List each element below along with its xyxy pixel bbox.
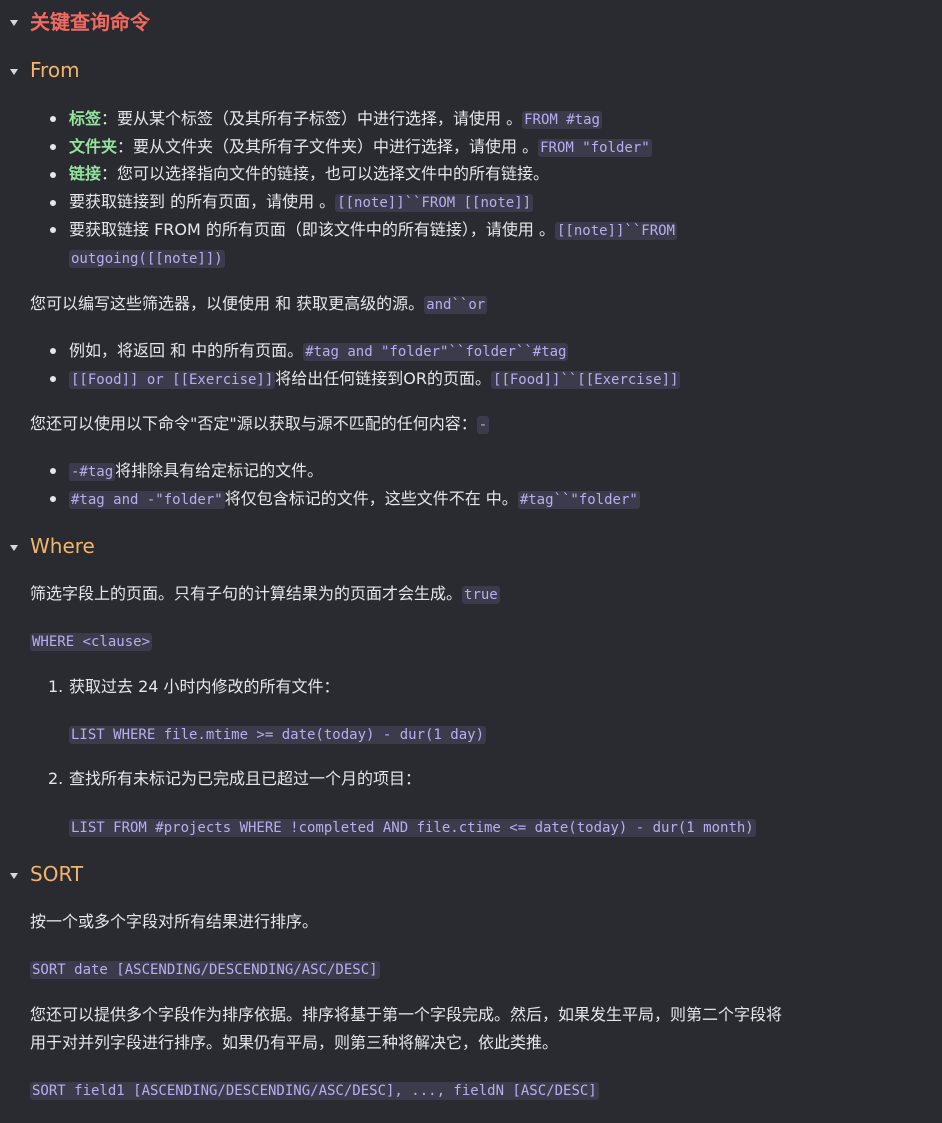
list-number: 2. xyxy=(48,769,64,788)
bullet xyxy=(50,144,56,150)
heading-where: Where xyxy=(30,534,95,558)
list-item-continuation: outgoing([[note]]) xyxy=(69,246,225,271)
collapse-chevron-icon[interactable] xyxy=(10,20,18,26)
bullet xyxy=(50,348,56,354)
bullet xyxy=(50,496,56,502)
inline-code: #tag and -"folder" xyxy=(69,491,225,509)
code-block: WHERE <clause> xyxy=(30,629,153,654)
bullet xyxy=(50,468,56,474)
paragraph: 您可以编写这些筛选器，以便使用 和 获取更高级的源。 and``or xyxy=(30,292,488,317)
note-page: 关键查询命令 From 标签：要从某个标签（及其所有子标签）中进行选择，请使用 … xyxy=(0,0,942,1123)
inline-code: true xyxy=(462,586,500,604)
list-item: 例如，将返回 和 中的所有页面。 #tag and "folder"``folde… xyxy=(69,339,569,364)
item-text: ：要从文件夹（及其所有子文件夹）中进行选择，请使用 。 xyxy=(117,137,539,156)
collapse-chevron-icon[interactable] xyxy=(10,873,18,879)
inline-code: FROM "folder" xyxy=(538,139,652,157)
list-item: 标签：要从某个标签（及其所有子标签）中进行选择，请使用 。 FROM #tag xyxy=(69,107,602,132)
list-item: 要获取链接到 的所有页面，请使用 。 [[note]]``FROM [[note]… xyxy=(69,190,534,215)
list-item: 文件夹：要从文件夹（及其所有子文件夹）中进行选择，请使用 。 FROM "fold… xyxy=(69,135,652,160)
code-block: LIST FROM #projects WHERE !completed AND… xyxy=(69,815,756,840)
code-block: SORT field1 [ASCENDING/DESCENDING/ASC/DE… xyxy=(30,1078,599,1103)
inline-code: [[Food]]``[[Exercise]] xyxy=(491,371,681,389)
item-text: 将仅包含标记的文件，这些文件不在 中。 xyxy=(224,489,518,508)
bullet xyxy=(50,200,56,206)
paragraph: 按一个或多个字段对所有结果进行排序。 xyxy=(30,912,319,931)
list-item: #tag and -"folder" 将仅包含标记的文件，这些文件不在 中。 #ta… xyxy=(69,487,640,512)
code-line: LIST FROM #projects WHERE !completed AND… xyxy=(69,819,756,837)
inline-code: #tag``"folder" xyxy=(517,491,640,509)
list-item: 要获取链接 FROM 的所有页面（即该文件中的所有链接），请使用 。 [[note… xyxy=(69,218,677,243)
paragraph-text: 您可以编写这些筛选器，以便使用 和 获取更高级的源。 xyxy=(30,294,425,313)
inline-code: - xyxy=(476,416,490,434)
code-block: LIST WHERE file.mtime >= date(today) - d… xyxy=(69,722,487,747)
collapse-chevron-icon[interactable] xyxy=(10,545,18,551)
paragraph-text: 您还可以使用以下命令"否定"源以获取与源不匹配的任何内容： xyxy=(30,414,477,433)
code-line: LIST WHERE file.mtime >= date(today) - d… xyxy=(69,726,487,744)
bullet xyxy=(50,376,56,382)
bullet xyxy=(50,172,56,178)
heading-from: From xyxy=(30,58,80,82)
item-text: 将给出任何链接到OR的页面。 xyxy=(275,369,492,388)
term-label: 标签 xyxy=(69,109,102,128)
inline-code: -#tag xyxy=(69,463,116,481)
page-title: 关键查询命令 xyxy=(30,10,150,34)
code-line: WHERE <clause> xyxy=(30,633,153,651)
item-text: ：要从某个标签（及其所有子标签）中进行选择，请使用 。 xyxy=(101,109,523,128)
heading-sort: SORT xyxy=(30,862,84,886)
paragraph-text: 筛选字段上的页面。只有子句的计算结果为的页面才会生成。 xyxy=(30,584,463,603)
inline-code: outgoing([[note]]) xyxy=(69,250,225,268)
item-text: 要获取链接 FROM 的所有页面（即该文件中的所有链接），请使用 。 xyxy=(69,220,555,239)
bullet xyxy=(50,227,56,233)
bullet xyxy=(50,116,56,122)
list-item: [[Food]] or [[Exercise]] 将给出任何链接到OR的页面。[[… xyxy=(69,367,681,392)
paragraph: 您还可以提供多个字段作为排序依据。排序将基于第一个字段完成。然后，如果发生平局，… xyxy=(30,1005,783,1024)
inline-code: [[note]]``FROM [[note]] xyxy=(335,194,534,212)
paragraph: 您还可以使用以下命令"否定"源以获取与源不匹配的任何内容： - xyxy=(30,412,490,437)
item-text: 要获取链接到 的所有页面，请使用 。 xyxy=(69,192,336,211)
term-label: 链接 xyxy=(69,164,102,183)
collapse-chevron-icon[interactable] xyxy=(10,69,18,75)
term-label: 文件夹 xyxy=(69,137,118,156)
item-text: ：您可以选择指向文件的链接，也可以选择文件中的所有链接。 xyxy=(101,164,550,183)
paragraph: 用于对并列字段进行排序。如果仍有平局，则第三种将解决它，依此类推。 xyxy=(30,1033,559,1052)
inline-code: FROM #tag xyxy=(522,111,602,129)
numbered-item-text: 获取过去 24 小时内修改的所有文件： xyxy=(69,677,340,696)
list-number: 1. xyxy=(48,677,64,696)
code-line: SORT date [ASCENDING/DESCENDING/ASC/DESC… xyxy=(30,961,380,979)
inline-code: and``or xyxy=(424,296,488,314)
paragraph: 筛选字段上的页面。只有子句的计算结果为的页面才会生成。 true xyxy=(30,582,500,607)
inline-code: [[note]]``FROM xyxy=(554,222,677,240)
list-item: -#tag 将排除具有给定标记的文件。 xyxy=(69,459,323,484)
item-text: 例如，将返回 和 中的所有页面。 xyxy=(69,341,304,360)
list-item: 链接：您可以选择指向文件的链接，也可以选择文件中的所有链接。 xyxy=(69,162,549,186)
inline-code: [[Food]] or [[Exercise]] xyxy=(69,371,276,389)
code-line: SORT field1 [ASCENDING/DESCENDING/ASC/DE… xyxy=(30,1082,599,1100)
inline-code: #tag and "folder"``folder``#tag xyxy=(303,343,569,361)
code-block: SORT date [ASCENDING/DESCENDING/ASC/DESC… xyxy=(30,957,380,982)
numbered-item-text: 查找所有未标记为已完成且已超过一个月的项目： xyxy=(69,769,422,788)
item-text: 将排除具有给定标记的文件。 xyxy=(115,461,324,480)
